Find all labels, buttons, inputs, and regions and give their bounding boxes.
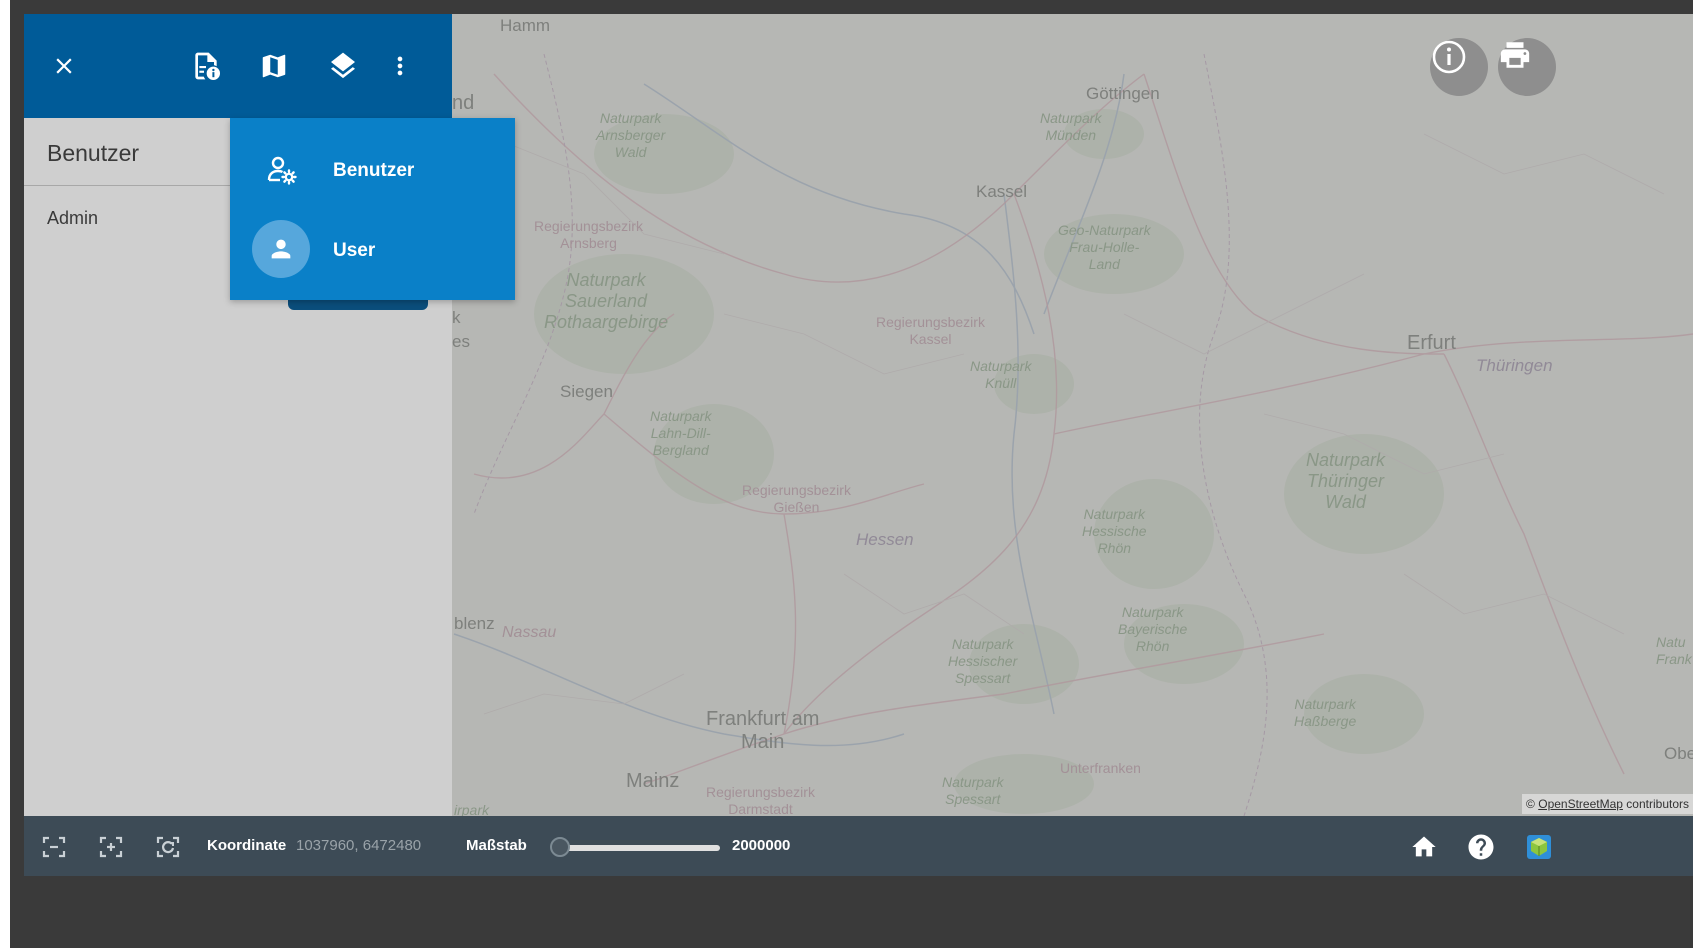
- app-logo-button[interactable]: [1524, 832, 1554, 862]
- document-info-button[interactable]: [186, 46, 226, 86]
- app: Hamm nd Göttingen Kassel Erfurt Thüringe…: [24, 14, 1693, 876]
- info-button[interactable]: [1430, 38, 1488, 96]
- zoom-extent-icon: [42, 836, 66, 858]
- bottom-toolbar: Koordinate 1037960, 6472480 Maßstab 2000…: [24, 816, 1693, 876]
- attribution-suffix: contributors: [1626, 797, 1689, 811]
- window-frame: Hamm nd Göttingen Kassel Erfurt Thüringe…: [10, 0, 1693, 948]
- layers-button[interactable]: [323, 46, 363, 86]
- zoom-extent-button[interactable]: [39, 832, 69, 862]
- layers-icon: [331, 52, 355, 79]
- more-vert-icon: [397, 56, 403, 76]
- map-button[interactable]: [254, 46, 294, 86]
- help-button[interactable]: [1466, 832, 1496, 862]
- scale-slider-track[interactable]: [560, 845, 720, 851]
- scale-label: Maßstab: [466, 837, 527, 854]
- close-button[interactable]: [44, 46, 84, 86]
- home-icon: [1412, 836, 1436, 857]
- help-icon: [1468, 834, 1494, 860]
- menu-item-benutzer-label: Benutzer: [333, 160, 415, 181]
- user-dropdown-menu: Benutzer User: [230, 118, 515, 300]
- user-settings-icon: [260, 148, 304, 192]
- coordinate-value: 1037960, 6472480: [296, 837, 422, 854]
- zoom-in-box-icon: [99, 836, 123, 858]
- map-icon: [262, 54, 286, 78]
- menu-item-user[interactable]: User: [230, 210, 515, 290]
- zoom-locate-button[interactable]: [153, 832, 183, 862]
- coordinate-label: Koordinate: [207, 837, 287, 854]
- print-icon: [1500, 42, 1530, 68]
- info-icon: [1432, 40, 1466, 74]
- scale-value: 2000000: [732, 837, 791, 854]
- scale-slider-thumb[interactable]: [550, 837, 570, 857]
- menu-item-benutzer[interactable]: Benutzer: [230, 130, 515, 210]
- map-attribution: © OpenStreetMap contributors: [1522, 794, 1693, 814]
- close-icon: [56, 58, 72, 74]
- print-button[interactable]: [1498, 38, 1556, 96]
- openstreetmap-link[interactable]: OpenStreetMap: [1538, 797, 1623, 811]
- panel-toolbar: [24, 14, 452, 118]
- zoom-in-box-button[interactable]: [96, 832, 126, 862]
- zoom-locate-icon: [156, 836, 180, 858]
- panel-item-admin[interactable]: Admin: [47, 208, 98, 229]
- more-options-button[interactable]: [380, 46, 420, 86]
- document-info-icon: [195, 52, 220, 80]
- panel-title: Benutzer: [47, 140, 140, 166]
- app-logo-icon: [1527, 835, 1551, 859]
- menu-item-user-label: User: [333, 240, 376, 261]
- attribution-prefix: ©: [1526, 797, 1535, 811]
- home-button[interactable]: [1409, 832, 1439, 862]
- person-icon: [252, 220, 310, 278]
